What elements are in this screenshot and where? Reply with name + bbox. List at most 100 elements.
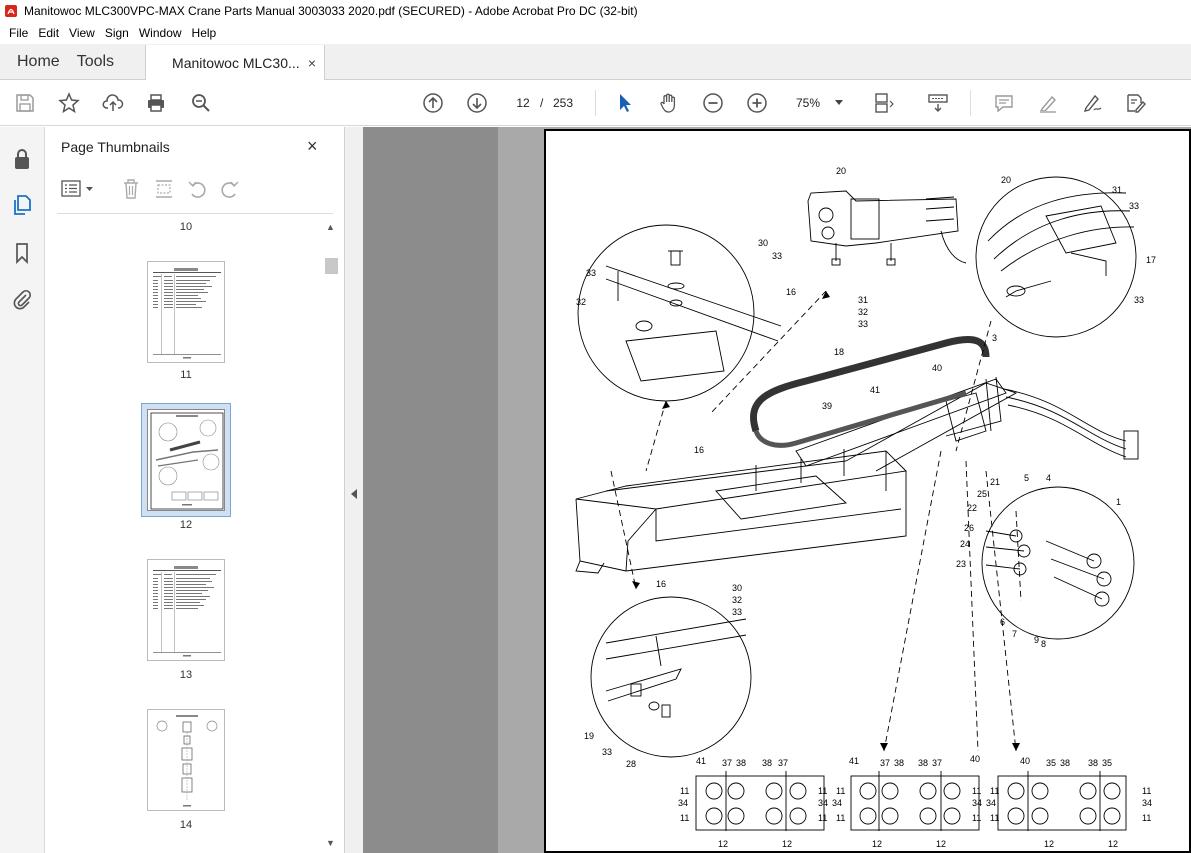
callout: 38 — [894, 758, 904, 768]
page-total: 253 — [553, 96, 574, 110]
callout: 20 — [836, 166, 846, 176]
window-title-bar: Manitowoc MLC300VPC-MAX Crane Parts Manu… — [0, 0, 1191, 22]
insert-page-icon[interactable] — [153, 177, 175, 201]
collapse-left-icon[interactable] — [351, 489, 357, 499]
upload-icon[interactable] — [101, 91, 125, 115]
menu-window[interactable]: Window — [134, 26, 187, 40]
callout: 37 — [778, 758, 788, 768]
bookmark-icon[interactable] — [10, 241, 34, 265]
zoom-in-icon[interactable] — [745, 91, 769, 115]
callout: 40 — [970, 754, 980, 764]
thumbnail-page-14[interactable] — [147, 709, 225, 811]
fill-sign-icon[interactable] — [1124, 91, 1148, 115]
page-layout-icon[interactable] — [872, 91, 896, 115]
thumbnail-scrollbar[interactable]: ▲ ▼ — [323, 218, 339, 853]
callout: 37 — [880, 758, 890, 768]
callout: 19 — [584, 731, 594, 741]
tab-document[interactable]: Manitowoc MLC30... × — [145, 45, 326, 80]
callout: 33 — [586, 268, 596, 278]
callout: 16 — [786, 287, 796, 297]
callout: 34 — [678, 798, 688, 808]
next-page-icon[interactable] — [465, 91, 489, 115]
thumbnail-list: 10 11 12 13 14 — [45, 217, 325, 853]
callout: 38 — [736, 758, 746, 768]
callout: 12 — [872, 839, 882, 849]
menu-edit[interactable]: Edit — [33, 26, 64, 40]
callout: 39 — [822, 401, 832, 411]
chevron-down-icon[interactable] — [835, 100, 843, 105]
callout: 24 — [960, 539, 970, 549]
menu-sign[interactable]: Sign — [100, 26, 134, 40]
callout: 33 — [1129, 201, 1139, 211]
callout: 1 — [1116, 497, 1121, 507]
rotate-clockwise-icon[interactable] — [219, 177, 241, 201]
window-title: Manitowoc MLC300VPC-MAX Crane Parts Manu… — [24, 4, 638, 18]
callout: 12 — [1044, 839, 1054, 849]
print-icon[interactable] — [144, 91, 168, 115]
callout: 32 — [576, 297, 586, 307]
callout: 8 — [1041, 639, 1046, 649]
comment-icon[interactable] — [992, 91, 1016, 115]
callout: 18 — [834, 347, 844, 357]
panel-collapse-handle[interactable] — [345, 127, 363, 853]
lock-icon[interactable] — [10, 147, 34, 171]
callout: 11 — [818, 813, 827, 823]
callout: 32 — [858, 307, 868, 317]
zoom-search-icon[interactable] — [189, 91, 213, 115]
callout: 34 — [1142, 798, 1152, 808]
bookmark-star-icon[interactable] — [57, 91, 81, 115]
tab-close-icon[interactable]: × — [308, 55, 316, 71]
page-separator: / — [540, 96, 544, 110]
page-thumbnails-panel: Page Thumbnails × 10 11 12 13 14 — [45, 127, 345, 853]
pdf-page-drawing[interactable]: 20 20 31 33 17 33 3 30 33 33 16 32 31 32… — [544, 129, 1191, 853]
callout: 37 — [932, 758, 942, 768]
page-number-input[interactable]: 12 — [508, 91, 538, 115]
callout: 11 — [680, 786, 689, 796]
callout: 22 — [967, 503, 977, 513]
sign-icon[interactable] — [1080, 91, 1104, 115]
save-icon[interactable] — [13, 91, 37, 115]
callout: 7 — [1012, 629, 1017, 639]
thumbnail-page-13[interactable] — [147, 559, 225, 661]
callout: 30 — [758, 238, 768, 248]
callout: 4 — [1046, 473, 1051, 483]
thumbnail-page-11[interactable] — [147, 261, 225, 363]
thumbnail-label-13: 13 — [179, 669, 193, 681]
menu-help[interactable]: Help — [187, 26, 222, 40]
scroll-up-icon[interactable]: ▲ — [326, 222, 335, 232]
callout: 23 — [956, 559, 966, 569]
callout: 34 — [832, 798, 842, 808]
scroll-mode-icon[interactable] — [926, 91, 950, 115]
attachment-icon[interactable] — [10, 287, 34, 311]
tab-bar: Home Tools Manitowoc MLC30... × — [0, 44, 1191, 80]
select-cursor-icon[interactable] — [613, 91, 637, 115]
callout: 31 — [1112, 185, 1122, 195]
callout: 6 — [1000, 617, 1005, 627]
callout: 26 — [964, 523, 974, 533]
exploded-parts-diagram: 20 20 31 33 17 33 3 30 33 33 16 32 31 32… — [575, 166, 1156, 849]
tab-home[interactable]: Home — [0, 44, 77, 79]
menu-file[interactable]: File — [4, 26, 33, 40]
callout: 17 — [1146, 255, 1156, 265]
thumbnail-options-icon[interactable] — [61, 177, 101, 201]
close-icon[interactable]: × — [307, 136, 318, 157]
zoom-out-icon[interactable] — [701, 91, 725, 115]
callout: 40 — [932, 363, 942, 373]
rotate-counterclockwise-icon[interactable] — [186, 177, 208, 201]
scrollbar-thumb[interactable] — [325, 258, 338, 274]
callout: 38 — [1060, 758, 1070, 768]
page-thumbnails-icon[interactable] — [10, 193, 34, 217]
delete-page-icon[interactable] — [120, 177, 142, 201]
callout: 35 — [1046, 758, 1056, 768]
tab-tools[interactable]: Tools — [77, 44, 131, 79]
callout: 11 — [990, 786, 999, 796]
highlight-icon[interactable] — [1036, 91, 1060, 115]
main-toolbar: 12 / 253 75% — [0, 80, 1191, 126]
hand-icon[interactable] — [657, 91, 681, 115]
thumbnail-page-12[interactable] — [147, 409, 225, 511]
prev-page-icon[interactable] — [421, 91, 445, 115]
menu-view[interactable]: View — [64, 26, 100, 40]
callout: 37 — [722, 758, 732, 768]
thumbnail-label-12: 12 — [179, 519, 193, 531]
scroll-down-icon[interactable]: ▼ — [326, 838, 335, 848]
